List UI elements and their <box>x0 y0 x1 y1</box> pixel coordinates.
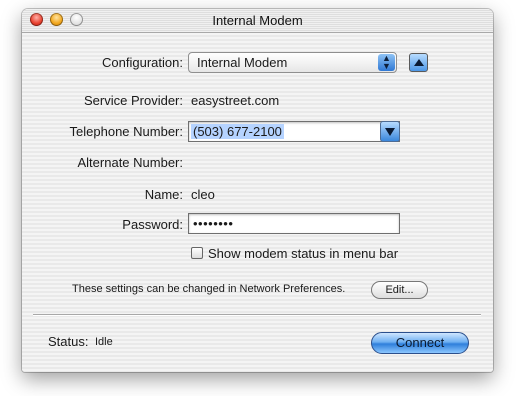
show-status-checkbox[interactable] <box>191 247 203 259</box>
configuration-popup[interactable]: Internal Modem ▲ ▼ <box>188 52 397 73</box>
password-label: Password: <box>122 217 183 232</box>
triangle-up-icon <box>414 59 424 66</box>
telephone-dropdown-button[interactable] <box>380 121 400 142</box>
telephone-label: Telephone Number: <box>69 124 183 139</box>
status-label: Status: <box>48 334 89 349</box>
service-provider-label: Service Provider: <box>84 93 183 108</box>
divider <box>33 314 481 316</box>
telephone-value: (503) 677-2100 <box>191 124 284 139</box>
service-provider-value: easystreet.com <box>191 93 280 108</box>
internet-connect-window: Internal Modem Configuration: Internal M… <box>22 9 493 372</box>
password-mask: •••••••• <box>193 216 234 231</box>
show-status-label[interactable]: Show modem status in menu bar <box>208 246 398 261</box>
configuration-value: Internal Modem <box>197 55 288 70</box>
name-label: Name: <box>144 187 183 202</box>
status-value: Idle <box>95 336 113 348</box>
alternate-number-label: Alternate Number: <box>77 155 184 170</box>
network-preferences-note: These settings can be changed in Network… <box>72 283 346 295</box>
up-down-arrows-icon: ▲ ▼ <box>378 54 395 71</box>
title-bar[interactable]: Internal Modem <box>22 9 493 33</box>
collapse-button[interactable] <box>409 53 428 72</box>
triangle-down-icon <box>385 128 395 136</box>
window-title: Internal Modem <box>212 13 303 28</box>
name-value: cleo <box>191 187 215 202</box>
password-field[interactable]: •••••••• <box>188 213 400 234</box>
edit-button[interactable]: Edit... <box>371 281 428 299</box>
connect-button[interactable]: Connect <box>371 332 469 354</box>
configuration-label: Configuration: <box>102 55 183 70</box>
telephone-field[interactable]: (503) 677-2100 <box>188 121 400 142</box>
